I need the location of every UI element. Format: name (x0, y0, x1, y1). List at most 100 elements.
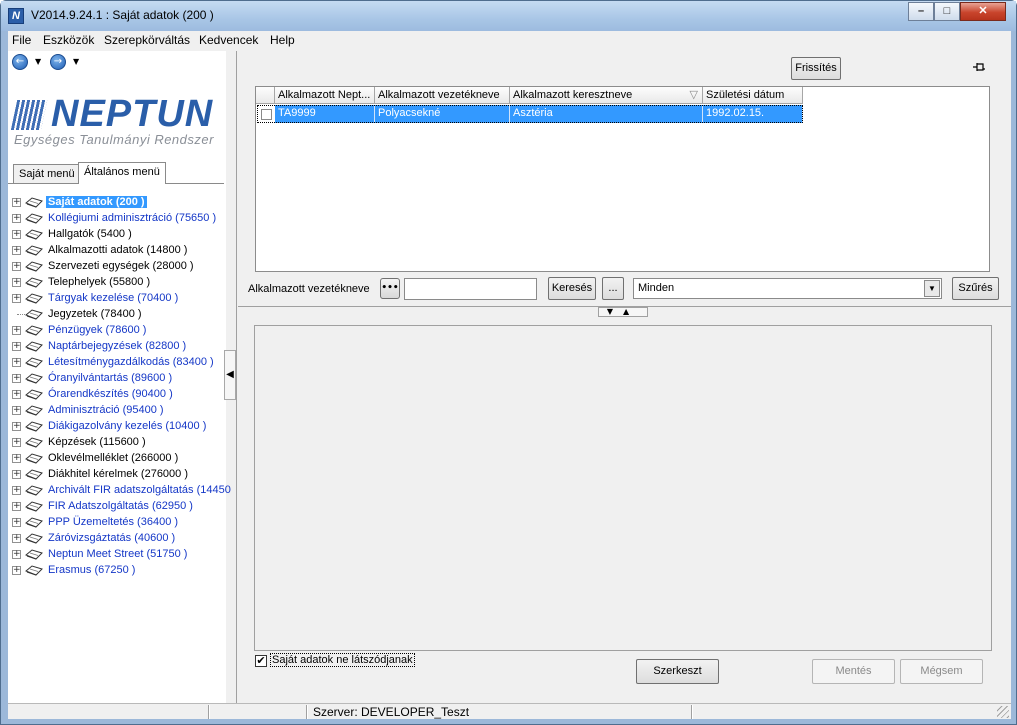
tree-item[interactable]: + Telephelyek (55800 ) (8, 275, 226, 291)
tree-item-label[interactable]: Diákhitel kérelmek (276000 ) (48, 468, 188, 480)
tree-item-label[interactable]: Oklevélmelléklet (266000 ) (48, 452, 178, 464)
hide-own-data-checkbox[interactable]: ✔ (255, 655, 267, 667)
expand-icon[interactable]: + (12, 358, 21, 367)
search-input[interactable] (404, 278, 537, 300)
expand-icon[interactable]: + (12, 294, 21, 303)
tree-item-label[interactable]: PPP Üzemeltetés (36400 ) (48, 516, 178, 528)
tab-sajat-menu[interactable]: Saját menü (13, 164, 81, 184)
expand-icon[interactable]: + (12, 502, 21, 511)
filter-dropdown[interactable]: Minden ▼ (633, 278, 942, 299)
tree-item-label[interactable]: Erasmus (67250 ) (48, 564, 135, 576)
expand-icon[interactable]: + (12, 566, 21, 575)
tree-item[interactable]: + Hallgatók (5400 ) (8, 227, 226, 243)
tree-item[interactable]: + Erasmus (67250 ) (8, 563, 226, 579)
tree-item[interactable]: + Órarendkészítés (90400 ) (8, 387, 226, 403)
tree-item-label[interactable]: Kollégiumi adminisztráció (75650 ) (48, 212, 216, 224)
save-button[interactable]: Mentés (812, 659, 895, 684)
tree-item[interactable]: + Képzések (115600 ) (8, 435, 226, 451)
tree-item[interactable]: + Kollégiumi adminisztráció (75650 ) (8, 211, 226, 227)
tree-item[interactable]: + Neptun Meet Street (51750 ) (8, 547, 226, 563)
menu-eszkozok[interactable]: Eszközök (43, 33, 94, 47)
tree-item[interactable]: + Pénzügyek (78600 ) (8, 323, 226, 339)
expand-icon[interactable]: + (12, 454, 21, 463)
expand-icon[interactable]: + (12, 246, 21, 255)
tree-item[interactable]: + Létesítménygazdálkodás (83400 ) (8, 355, 226, 371)
edit-button[interactable]: Szerkeszt (636, 659, 719, 684)
grid-header-first-name[interactable]: Alkalmazott keresztneve ▽ (510, 87, 703, 104)
tree-item-label[interactable]: Naptárbejegyzések (82800 ) (48, 340, 186, 352)
tree-item-label[interactable]: Adminisztráció (95400 ) (48, 404, 164, 416)
menu-kedvencek[interactable]: Kedvencek (199, 33, 258, 47)
expand-icon[interactable]: + (12, 374, 21, 383)
expand-icon[interactable]: + (12, 534, 21, 543)
expand-icon[interactable]: + (12, 342, 21, 351)
expand-icon[interactable]: + (12, 550, 21, 559)
tree-item[interactable]: Jegyzetek (78400 ) (8, 307, 226, 323)
cell-neptun-code[interactable]: TA9999 (275, 105, 375, 123)
back-icon[interactable]: ← (12, 54, 28, 70)
menu-help[interactable]: Help (270, 33, 295, 47)
forward-dropdown-icon[interactable]: ▼ (73, 57, 79, 66)
tree-item[interactable]: + Naptárbejegyzések (82800 ) (8, 339, 226, 355)
cancel-button[interactable]: Mégsem (900, 659, 983, 684)
menu-file[interactable]: File (12, 33, 31, 47)
expand-icon[interactable]: + (12, 438, 21, 447)
sort-filter-icon[interactable]: ▽ (690, 88, 698, 101)
tree-item-label[interactable]: FIR Adatszolgáltatás (62950 ) (48, 500, 193, 512)
more-button[interactable]: ... (602, 277, 624, 300)
chevron-down-icon[interactable]: ▼ (924, 280, 940, 297)
back-dropdown-icon[interactable]: ▼ (35, 57, 41, 66)
expand-icon[interactable]: + (12, 230, 21, 239)
expand-icon[interactable]: + (12, 262, 21, 271)
expand-icon[interactable]: + (12, 198, 21, 207)
tree-item-label[interactable]: Saját adatok (200 ) (46, 196, 147, 208)
tree-item-label[interactable]: Órarendkészítés (90400 ) (48, 388, 173, 400)
grid-header-last-name[interactable]: Alkalmazott vezetékneve (375, 87, 510, 104)
tab-altalanos-menu[interactable]: Általános menü (78, 162, 166, 184)
tree-item-label[interactable]: Létesítménygazdálkodás (83400 ) (48, 356, 214, 368)
cell-birth-date[interactable]: 1992.02.15. (703, 105, 803, 123)
expand-icon[interactable]: + (12, 422, 21, 431)
search-options-button[interactable]: ••• (380, 278, 400, 299)
grid-header-select[interactable] (256, 87, 275, 104)
filter-button[interactable]: Szűrés (952, 277, 999, 300)
grid-header-birth-date[interactable]: Születési dátum (703, 87, 803, 104)
expand-icon[interactable]: + (12, 278, 21, 287)
row-checkbox[interactable] (261, 109, 272, 120)
splitter-arrows[interactable]: ▼▲ (598, 307, 648, 317)
expand-icon[interactable]: + (12, 406, 21, 415)
tree-item[interactable]: + Diákigazolvány kezelés (10400 ) (8, 419, 226, 435)
tree-item-label[interactable]: Képzések (115600 ) (48, 436, 146, 448)
cell-last-name[interactable]: Polyacsekné (375, 105, 510, 123)
search-button[interactable]: Keresés (548, 277, 596, 300)
tree-item-label[interactable]: Jegyzetek (78400 ) (48, 308, 142, 320)
tree-item-label[interactable]: Alkalmazotti adatok (14800 ) (48, 244, 187, 256)
expand-icon[interactable]: + (12, 470, 21, 479)
tree-item-label[interactable]: Pénzügyek (78600 ) (48, 324, 146, 336)
tree-item-label[interactable]: Óranyilvántartás (89600 ) (48, 372, 172, 384)
tree-item-label[interactable]: Hallgatók (5400 ) (48, 228, 132, 240)
tree-item-label[interactable]: Telephelyek (55800 ) (48, 276, 150, 288)
menu-szerepkorvaltas[interactable]: Szerepkörváltás (104, 33, 190, 47)
tree-item-label[interactable]: Tárgyak kezelése (70400 ) (48, 292, 178, 304)
expand-icon[interactable]: + (12, 390, 21, 399)
tree-item-label[interactable]: Neptun Meet Street (51750 ) (48, 548, 187, 560)
expand-icon[interactable]: + (12, 214, 21, 223)
tree-item-label[interactable]: Záróvizsgáztatás (40600 ) (48, 532, 175, 544)
tree-item[interactable]: + PPP Üzemeltetés (36400 ) (8, 515, 226, 531)
tree-item[interactable]: + Alkalmazotti adatok (14800 ) (8, 243, 226, 259)
tree-item[interactable]: + Oklevélmelléklet (266000 ) (8, 451, 226, 467)
tree-item[interactable]: + Saját adatok (200 ) (8, 195, 226, 211)
resize-grip[interactable] (997, 706, 1009, 718)
hide-own-data-label[interactable]: Saját adatok ne látszódjanak (270, 653, 415, 667)
pin-icon[interactable] (972, 60, 986, 74)
tree-item[interactable]: + Óranyilvántartás (89600 ) (8, 371, 226, 387)
tree-item[interactable]: + FIR Adatszolgáltatás (62950 ) (8, 499, 226, 515)
maximize-button[interactable]: □ (934, 2, 960, 21)
expand-icon[interactable]: + (12, 518, 21, 527)
minimize-button[interactable]: – (908, 2, 934, 21)
expand-icon[interactable]: + (12, 326, 21, 335)
tree-item[interactable]: + Archivált FIR adatszolgáltatás (14450 (8, 483, 231, 499)
cell-first-name[interactable]: Asztéria (510, 105, 703, 123)
tree-item[interactable]: + Záróvizsgáztatás (40600 ) (8, 531, 226, 547)
